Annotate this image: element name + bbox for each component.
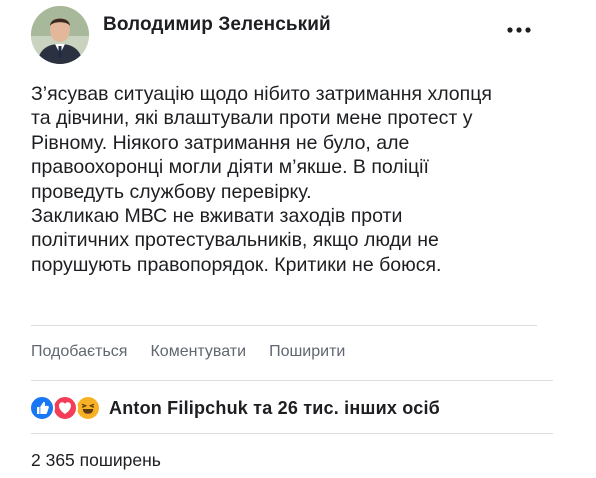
post-line: політичних протестувальників, якщо люди … xyxy=(31,229,439,252)
post-line: порушують правопорядок. Критики не боюся… xyxy=(31,253,442,276)
comment-button[interactable]: Коментувати xyxy=(150,343,246,361)
post-text: З’ясував ситуацію щодо нібито затримання… xyxy=(31,82,571,277)
post-line: Рівному. Ніякого затримання не було, але xyxy=(31,131,410,154)
share-button[interactable]: Поширити xyxy=(269,343,345,361)
avatar-photo xyxy=(31,6,89,64)
more-dots-icon xyxy=(507,27,531,33)
like-button[interactable]: Подобається xyxy=(31,343,127,361)
post-line: та дівчини, які влаштували проти мене пр… xyxy=(31,107,473,130)
reactions-text[interactable]: Anton Filipchuk та 26 тис. інших осіб xyxy=(109,398,440,419)
author-name[interactable]: Володимир Зеленський xyxy=(103,14,331,36)
post-actions-bar: Подобається Коментувати Поширити xyxy=(31,343,368,361)
shares-count[interactable]: 2 365 поширень xyxy=(31,450,161,471)
post-line: Закликаю МВС не вживати заходів проти xyxy=(31,205,403,228)
like-reaction-icon xyxy=(29,395,55,421)
divider xyxy=(31,433,553,434)
haha-reaction-icon xyxy=(75,395,101,421)
post-line: правоохоронці могли діяти м’якше. В полі… xyxy=(31,156,429,179)
reaction-icons xyxy=(29,395,105,421)
divider xyxy=(31,325,537,326)
post-line: З’ясував ситуацію щодо нібито затримання… xyxy=(31,83,492,105)
reactions-summary[interactable]: Anton Filipchuk та 26 тис. інших осіб xyxy=(29,395,440,421)
divider xyxy=(31,380,553,381)
more-options-button[interactable] xyxy=(504,22,534,38)
author-avatar[interactable] xyxy=(31,6,89,64)
post-line: проведуть службову перевірку. xyxy=(31,180,312,203)
love-reaction-icon xyxy=(52,395,78,421)
